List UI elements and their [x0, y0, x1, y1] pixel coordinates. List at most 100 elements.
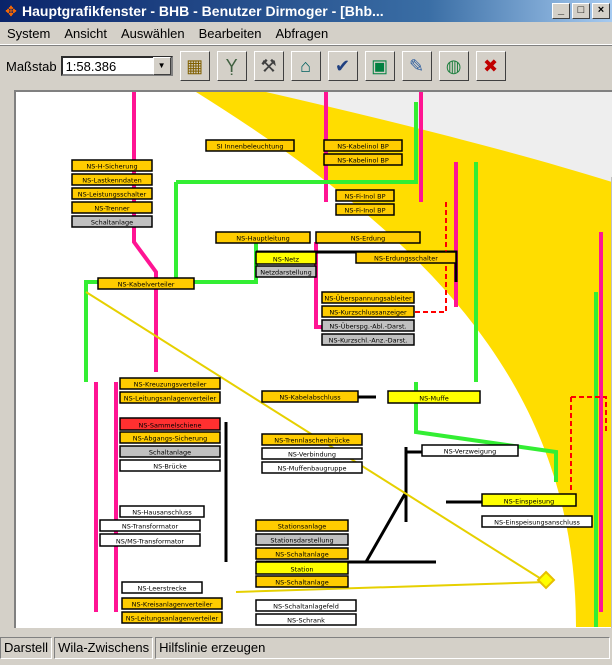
diagram-node-label: NS-Kurzschl.-Anz.-Darst. — [329, 337, 408, 345]
diagram-node[interactable]: Stationsdarstellung — [255, 533, 349, 546]
diagram-node[interactable]: NS-Kabelabschluss — [261, 390, 359, 403]
menu-auswaehlen[interactable]: Auswählen — [114, 26, 192, 41]
diagram-node[interactable]: NS-Fi-Inol BP — [335, 203, 395, 216]
close-icon[interactable]: × — [592, 3, 610, 19]
diagram-node[interactable]: NS-Schrank — [255, 613, 357, 626]
node-icon[interactable]: ⌂ — [290, 51, 321, 81]
diagram-node-label: NS-Kabelinol BP — [337, 143, 389, 151]
graphic-canvas[interactable]: SI Innenbeleuchtung NS-Kabelinol BP NS-Kab… — [14, 90, 612, 628]
junction-diamond[interactable] — [536, 570, 556, 590]
diagram-node[interactable]: NS-Hausanschluss — [119, 505, 205, 518]
diagram-node-label: NS-Verzweigung — [444, 448, 497, 456]
diagram-node[interactable]: NS-Kabelinol BP — [323, 153, 403, 166]
network-diagram[interactable]: SI Innenbeleuchtung NS-Kabelinol BP NS-Kab… — [16, 92, 612, 628]
diagram-node[interactable]: NS-Überspannungsableiter — [321, 291, 415, 304]
diagram-node[interactable]: NS-Schaltanlage — [255, 547, 349, 560]
chevron-down-icon[interactable]: ▼ — [152, 57, 171, 75]
diagram-node[interactable]: NS-Sammelschiene — [119, 417, 221, 431]
globe-icon[interactable]: ◍ — [438, 51, 469, 81]
diagram-node[interactable]: NS-Brücke — [119, 459, 221, 472]
diagram-node[interactable]: Station — [255, 561, 349, 575]
diagram-node[interactable]: Stationsanlage — [255, 519, 349, 532]
diagram-node[interactable]: NS-Kreuzungsverteiler — [119, 377, 221, 390]
diagram-node-label: NS-Trenner — [94, 205, 130, 213]
diagram-node[interactable]: NS-Verbindung — [261, 447, 363, 460]
diagram-node[interactable]: NS-Verzweigung — [421, 444, 519, 457]
diagram-node[interactable]: NS-Einspeisung — [481, 493, 577, 507]
minimize-icon[interactable]: _ — [552, 3, 570, 19]
diagram-node[interactable]: NS-Netz — [255, 251, 317, 265]
diagram-node[interactable]: NS-Kreisanlagenverteiler — [121, 597, 223, 610]
diagram-node-label: NS-Lastkenndaten — [82, 177, 141, 185]
diagram-node-label: NS-Erdung — [351, 235, 386, 243]
diagram-node[interactable]: NS-Lastkenndaten — [71, 173, 153, 186]
diagram-node[interactable]: NS-Kabelinol BP — [323, 139, 403, 152]
diagram-node-label: NS-Muffe — [419, 395, 449, 403]
diagram-node[interactable]: NS-Kabelverteiler — [97, 277, 195, 290]
diagram-node[interactable]: NS-Abgangs-Sicherung — [119, 431, 221, 444]
diagram-node[interactable]: Schaltanlage — [71, 215, 153, 228]
diagram-node[interactable]: NS-Erdung — [315, 231, 421, 244]
diagram-node-label: NS-Erdungsschalter — [374, 255, 438, 263]
diagram-node[interactable]: NS-Schaltanlage — [255, 575, 349, 588]
tool-person-icon[interactable]: ⚒ — [253, 51, 284, 81]
diagram-node[interactable]: NS-Trenner — [71, 201, 153, 214]
diagram-node[interactable]: NS-Leistungsschalter — [71, 187, 153, 200]
status-pane-action: Hilfslinie erzeugen — [155, 636, 610, 659]
save-disk-icon[interactable]: ▦ — [179, 51, 210, 81]
diagram-node[interactable]: NS-Einspeisungsanschluss — [481, 515, 593, 528]
diagram-node[interactable]: NS-Fi-Inol BP — [335, 189, 395, 202]
menu-bearbeiten[interactable]: Bearbeiten — [192, 26, 269, 41]
diagram-node-label: NS-Trennlaschenbrücke — [274, 437, 350, 445]
diagram-node[interactable]: NS-Transformator — [99, 519, 201, 532]
scale-value[interactable]: 1:58.386 — [63, 59, 153, 74]
diagram-node-label: Station — [290, 566, 313, 574]
diagram-node[interactable]: NS-Leitungsanlagenverteiler — [121, 611, 223, 624]
diagram-node-label: NS-Leerstrecke — [137, 585, 186, 593]
scale-combo[interactable]: 1:58.386 ▼ — [60, 56, 173, 76]
diagram-node[interactable]: Schaltanlage — [119, 445, 221, 458]
diagram-node[interactable]: NS-Muffenbaugruppe — [261, 461, 363, 474]
diagram-node-label: NS/MS-Transformator — [116, 538, 185, 546]
menu-ansicht[interactable]: Ansicht — [57, 26, 114, 41]
diagram-node[interactable]: NS-Schaltanlagefeld — [255, 599, 357, 612]
diagram-node-label: NS-Brücke — [153, 463, 186, 471]
menu-system[interactable]: System — [0, 26, 57, 41]
diagram-node-label: NS-Fi-Inol BP — [344, 207, 385, 215]
diagram-node[interactable]: NS-Kurzschl.-Anz.-Darst. — [321, 333, 415, 346]
diagram-node[interactable]: NS/MS-Transformator — [99, 533, 201, 547]
diagram-node-label: Netzdarstellung — [260, 269, 312, 277]
diagram-node-label: NS-Leitungsanlagenverteiler — [126, 615, 219, 623]
diagram-node[interactable]: NS-Überspg.-Abl.-Darst. — [321, 319, 415, 332]
paint-icon[interactable]: ✎ — [401, 51, 432, 81]
diagram-node-label: NS-Einspeisungsanschluss — [494, 519, 580, 527]
diagram-node-label: Schaltanlage — [149, 449, 191, 457]
diagram-node[interactable]: NS-Trennlaschenbrücke — [261, 433, 363, 446]
diagram-node-label: NS-Überspannungsableiter — [324, 294, 412, 303]
edit-check-icon[interactable]: ✔ — [327, 51, 358, 81]
diagram-node-label: NS-Einspeisung — [504, 498, 554, 506]
diagram-node[interactable]: NS-Muffe — [387, 390, 481, 404]
cross-icon[interactable]: ✖ — [475, 51, 506, 81]
diagram-node-label: NS-Schrank — [287, 617, 325, 625]
diagram-node[interactable]: SI Innenbeleuchtung — [205, 139, 295, 152]
diagram-node[interactable]: NS-H-Sicherung — [71, 159, 153, 172]
diagram-node-label: NS-Schaltanlage — [275, 579, 329, 587]
diagram-node-label: SI Innenbeleuchtung — [216, 143, 283, 151]
diagram-node[interactable]: NS-Leerstrecke — [121, 581, 203, 594]
monitor-icon[interactable]: ▣ — [364, 51, 395, 81]
diagram-node[interactable]: NS-Kurzschlussanzeiger — [321, 305, 415, 318]
diagram-node[interactable]: NS-Erdungsschalter — [355, 251, 457, 264]
diagram-node-label: NS-Muffenbaugruppe — [277, 465, 346, 473]
toolbar: Maßstab 1:58.386 ▼ ▦ Ỵ ⚒ ⌂ ✔ ▣ ✎ ◍ ✖ — [0, 45, 612, 86]
wrench-icon[interactable]: Ỵ — [216, 51, 247, 81]
status-bar: Darstell Wila-Zwischens Hilfslinie erzeu… — [0, 630, 612, 665]
diagram-node-label: NS-Kreisanlagenverteiler — [132, 601, 213, 609]
area-fill-yellow — [196, 92, 612, 627]
diagram-node-label: NS-Hauptleitung — [236, 235, 290, 243]
menu-abfragen[interactable]: Abfragen — [268, 26, 335, 41]
diagram-node[interactable]: NS-Hauptleitung — [215, 231, 311, 244]
diagram-node[interactable]: Netzdarstellung — [255, 265, 317, 278]
diagram-node[interactable]: NS-Leitungsanlagenverteiler — [119, 391, 221, 404]
maximize-icon[interactable]: □ — [572, 3, 590, 19]
